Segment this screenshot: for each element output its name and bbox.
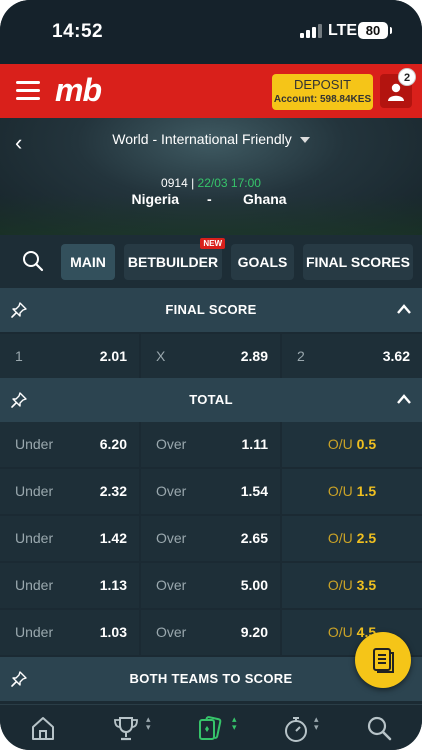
new-badge: NEW — [200, 238, 225, 249]
deposit-button[interactable]: DEPOSIT Account: 598.84KES — [272, 74, 373, 110]
over-odd-button[interactable]: Over 5.00 — [141, 563, 280, 608]
event-meta: 0914 | 22/03 17:00 — [0, 176, 422, 190]
trophy-icon[interactable] — [112, 715, 140, 746]
over-odd-button[interactable]: Over 1.54 — [141, 469, 280, 514]
event-datetime: 22/03 17:00 — [197, 176, 261, 190]
over-odd-button[interactable]: Over 9.20 — [141, 610, 280, 655]
tab-goals[interactable]: GOALS — [231, 244, 294, 280]
battery-icon: 80 — [358, 22, 392, 39]
total-line-label: O/U 0.5 — [282, 422, 422, 467]
final-score-header[interactable]: FINAL SCORE — [0, 288, 422, 332]
casino-cards-icon[interactable] — [196, 715, 224, 746]
chevron-up-icon[interactable] — [396, 392, 412, 410]
under-odd-button[interactable]: Under 6.20 — [0, 422, 139, 467]
total-line-label: O/U 3.5 — [282, 563, 422, 608]
tab-final-scores[interactable]: FINAL SCORES — [303, 244, 413, 280]
notification-badge: 2 — [398, 68, 416, 86]
total-line-label: O/U 1.5 — [282, 469, 422, 514]
betslip-icon — [373, 648, 394, 673]
user-icon — [388, 83, 404, 101]
under-odd-button[interactable]: Under 1.03 — [0, 610, 139, 655]
search-icon[interactable] — [22, 250, 44, 277]
market-tabs: MAIN BETBUILDER NEW GOALS FINAL SCORES — [0, 235, 422, 288]
over-odd-button[interactable]: Over 1.11 — [141, 422, 280, 467]
tab-main[interactable]: MAIN — [61, 244, 115, 280]
under-odd-button[interactable]: Under 1.42 — [0, 516, 139, 561]
expand-caret-icon: ▴ ▾ — [314, 714, 319, 732]
hamburger-menu-icon[interactable] — [16, 81, 40, 101]
event-id: 0914 | — [161, 176, 195, 190]
event-header: ‹ World - International Friendly 0914 | … — [0, 118, 422, 235]
stopwatch-icon[interactable] — [283, 715, 309, 748]
league-selector[interactable]: World - International Friendly — [0, 131, 422, 147]
chevron-up-icon[interactable] — [396, 302, 412, 320]
account-balance: Account: 598.84KES — [273, 94, 372, 105]
league-name: World - International Friendly — [112, 131, 292, 147]
tab-betbuilder[interactable]: BETBUILDER NEW — [124, 238, 225, 280]
section-title: FINAL SCORE — [165, 302, 257, 317]
caret-down-icon — [299, 137, 310, 144]
mb-logo[interactable]: mb — [55, 72, 102, 109]
section-title: TOTAL — [189, 392, 233, 407]
betslip-button[interactable] — [355, 632, 411, 688]
status-bar: 14:52 LTE 80 — [0, 0, 422, 64]
signal-icon — [300, 24, 322, 38]
under-odd-button[interactable]: Under 1.13 — [0, 563, 139, 608]
expand-caret-icon: ▴ ▾ — [146, 714, 151, 732]
home-icon[interactable] — [30, 715, 56, 746]
teams: Nigeria - Ghana — [0, 191, 422, 211]
under-odd-button[interactable]: Under 2.32 — [0, 469, 139, 514]
over-odd-button[interactable]: Over 2.65 — [141, 516, 280, 561]
status-time: 14:52 — [52, 21, 104, 42]
odd-button-2[interactable]: 2 3.62 — [282, 334, 422, 379]
phone-screen: 14:52 LTE 80 mb DEPOSIT Account: 598.84K… — [0, 0, 422, 750]
network-type: LTE — [328, 22, 358, 39]
total-header[interactable]: TOTAL — [0, 378, 422, 422]
bottom-navigation: ▴ ▾ ▴ ▾ ▴ ▾ — [0, 704, 422, 750]
team-separator: - — [207, 191, 212, 207]
odd-button-1[interactable]: 1 2.01 — [0, 334, 139, 379]
total-line-label: O/U 2.5 — [282, 516, 422, 561]
odd-button-x[interactable]: X 2.89 — [141, 334, 280, 379]
home-team: Nigeria — [131, 191, 179, 207]
app-header: mb DEPOSIT Account: 598.84KES 2 — [0, 64, 422, 118]
deposit-label: DEPOSIT — [293, 77, 352, 92]
away-team: Ghana — [243, 191, 287, 207]
search-icon[interactable] — [366, 715, 392, 746]
expand-caret-icon: ▴ ▾ — [232, 714, 237, 732]
